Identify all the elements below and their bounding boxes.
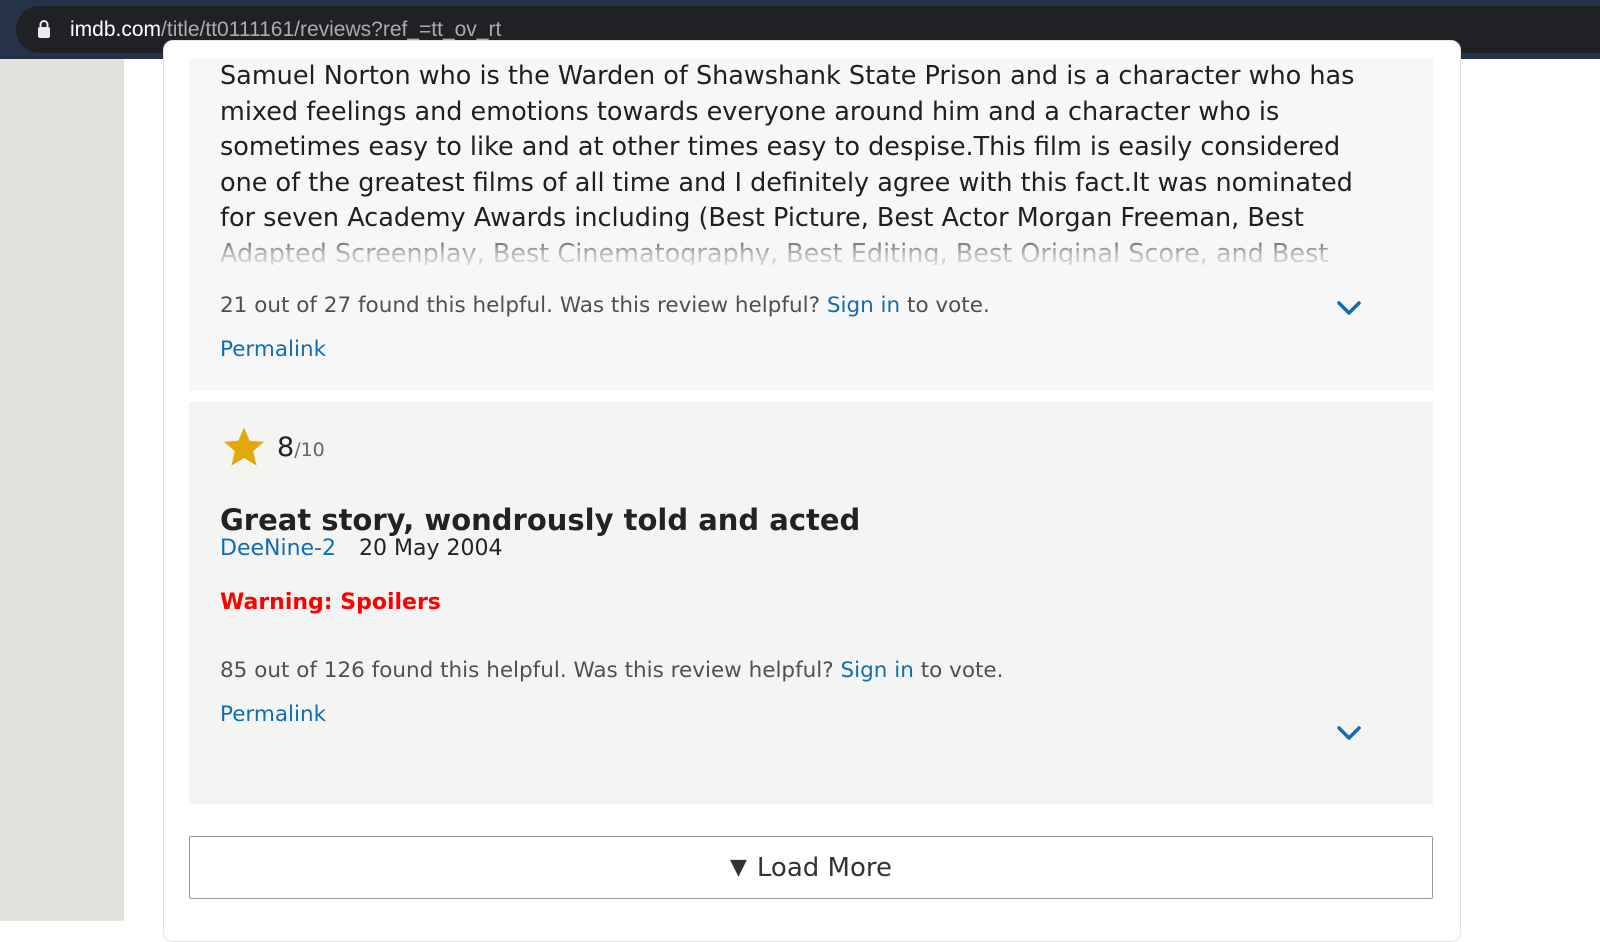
sign-in-link[interactable]: Sign in <box>827 293 900 318</box>
review-card: Samuel Norton who is the Warden of Shaws… <box>189 59 1433 391</box>
rating-scale: /10 <box>294 439 325 461</box>
rating: 8/10 <box>277 432 325 466</box>
rating-value: 8 <box>277 432 295 463</box>
review-card: 8/10 Great story, wondrously told and ac… <box>189 402 1433 804</box>
url-path: /title/tt0111161/reviews?ref_=tt_ov_rt <box>161 18 502 41</box>
star-icon <box>223 427 265 466</box>
helpful-votes: 85 out of 126 found this helpful. Was th… <box>220 657 1003 685</box>
page-gutter <box>0 59 124 921</box>
text-fade-overlay <box>220 227 1410 267</box>
chevron-down-icon[interactable] <box>1336 724 1362 742</box>
sign-in-link[interactable]: Sign in <box>841 658 914 683</box>
permalink-link[interactable]: Permalink <box>220 336 326 364</box>
helpful-votes: 21 out of 27 found this helpful. Was thi… <box>220 292 990 320</box>
vote-suffix: to vote. <box>920 658 1004 683</box>
permalink-link[interactable]: Permalink <box>220 701 326 729</box>
vote-suffix: to vote. <box>907 293 990 318</box>
load-more-label: Load More <box>756 852 892 883</box>
load-more-button[interactable]: ▼ Load More <box>189 836 1433 899</box>
url-domain: imdb.com <box>70 18 162 41</box>
review-title[interactable]: Great story, wondrously told and acted <box>220 502 860 538</box>
review-date: 20 May 2004 <box>359 536 503 561</box>
helpful-count-text: 85 out of 126 found this helpful. Was th… <box>220 658 834 683</box>
spoiler-warning: Warning: Spoilers <box>220 590 441 615</box>
lock-icon <box>38 20 50 38</box>
chevron-down-icon[interactable] <box>1336 299 1362 317</box>
review-author-line: DeeNine-2 20 May 2004 <box>220 535 502 563</box>
helpful-count-text: 21 out of 27 found this helpful. Was thi… <box>220 293 820 318</box>
author-link[interactable]: DeeNine-2 <box>220 536 336 561</box>
triangle-down-icon: ▼ <box>729 855 747 880</box>
